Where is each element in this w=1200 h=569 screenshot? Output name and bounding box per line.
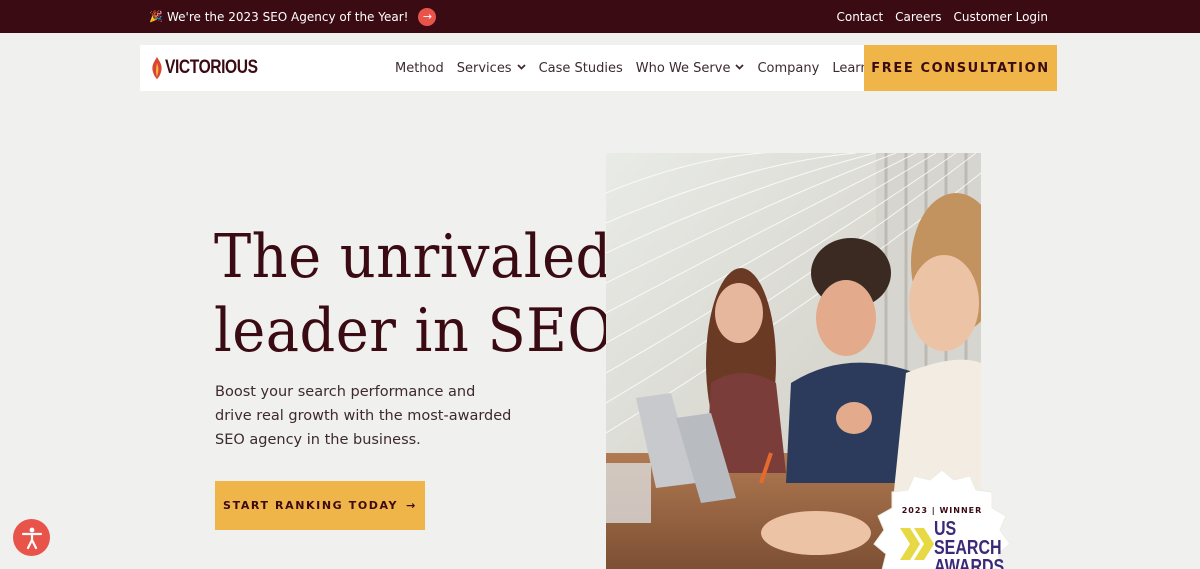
nav-menu: Method Services Case Studies Who We Serv… [395, 45, 869, 91]
nav-item-who-we-serve[interactable]: Who We Serve [636, 61, 745, 76]
nav-item-services[interactable]: Services [457, 61, 526, 76]
nav-item-label: Who We Serve [635, 60, 731, 76]
start-ranking-button[interactable]: START RANKING TODAY → [215, 481, 425, 530]
announcement-text[interactable]: We're the 2023 SEO Agency of the Year! [167, 10, 408, 24]
nav-item-method[interactable]: Method [395, 61, 444, 76]
award-title: US SEARCH AWARDS [934, 518, 1005, 569]
logo-wordmark: VICTORIOUS [165, 57, 258, 78]
announcement-bar: 🎉 We're the 2023 SEO Agency of the Year!… [0, 0, 1200, 33]
hero-headline: The unrivaled leader in SEO. [214, 220, 654, 368]
main-navigation: VICTORIOUS Method Services Case Studies … [140, 45, 1057, 91]
nav-item-label: Company [757, 60, 820, 76]
nav-item-label: Services [456, 60, 512, 76]
nav-item-label: Method [395, 60, 444, 76]
accessibility-button[interactable] [13, 519, 50, 556]
hero-subtext: Boost your search performance and drive … [215, 384, 512, 448]
nav-item-company[interactable]: Company [757, 61, 819, 76]
logo[interactable]: VICTORIOUS [151, 57, 278, 79]
nav-item-label: Case Studies [538, 60, 623, 76]
utility-links: Contact Careers Customer Login [836, 0, 1048, 33]
careers-link[interactable]: Careers [895, 10, 941, 24]
headline-line-2: leader in SEO. [214, 296, 629, 366]
flame-logo-icon [152, 57, 162, 79]
arrow-right-icon[interactable]: → [418, 7, 437, 26]
start-ranking-label: START RANKING TODAY [223, 499, 399, 512]
announcement[interactable]: 🎉 We're the 2023 SEO Agency of the Year!… [149, 0, 437, 33]
accessibility-icon [21, 527, 42, 549]
chevron-down-icon [735, 63, 745, 73]
headline-line-1: The unrivaled [214, 222, 612, 292]
customer-login-link[interactable]: Customer Login [954, 10, 1048, 24]
award-badge: 2023 | WINNER US SEARCH AWARDS [862, 468, 1022, 569]
free-consultation-button[interactable]: FREE CONSULTATION [864, 45, 1057, 91]
chevron-down-icon [516, 63, 526, 73]
nav-item-case-studies[interactable]: Case Studies [539, 61, 623, 76]
party-popper-icon: 🎉 [149, 10, 163, 23]
award-year: 2023 | WINNER [901, 506, 983, 515]
contact-link[interactable]: Contact [836, 10, 883, 24]
arrow-right-icon: → [406, 499, 417, 512]
